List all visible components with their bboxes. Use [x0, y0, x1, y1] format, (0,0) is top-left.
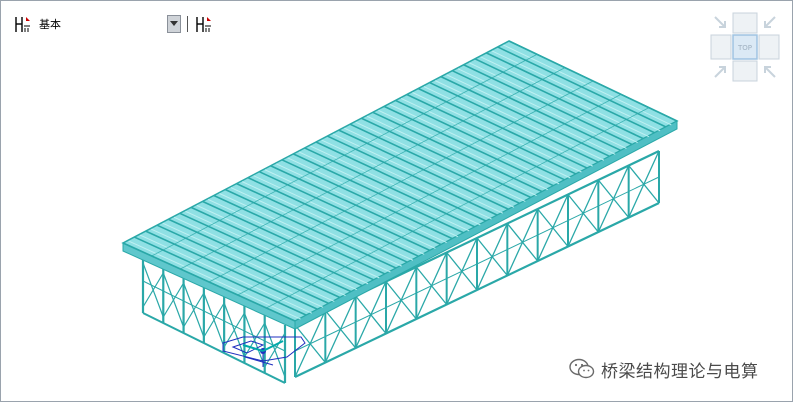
bridge-deck — [121, 40, 679, 330]
navcube-south-face[interactable] — [732, 60, 758, 82]
view-style-toolbar: 基本 — [13, 13, 214, 35]
level-icon[interactable] — [13, 14, 33, 34]
style-select-value[interactable]: 基本 — [39, 16, 167, 32]
watermark: 桥梁结构理论与电算 — [569, 357, 759, 382]
bridge-model-scene[interactable] — [1, 1, 792, 401]
model-viewport[interactable]: 基本 TOP 桥梁结构理论与电算 — [0, 0, 793, 402]
dropdown-arrow-icon — [170, 21, 178, 26]
navcube-north-face[interactable] — [732, 12, 758, 34]
dropdown-button[interactable] — [167, 15, 181, 33]
navcube-east-face[interactable] — [758, 34, 780, 60]
navigation-cube[interactable]: TOP — [709, 11, 781, 83]
navcube-west-face[interactable] — [710, 34, 732, 60]
toolbar-separator — [187, 16, 188, 32]
navcube-face-label: TOP — [737, 44, 752, 52]
wechat-icon — [569, 358, 595, 379]
watermark-text: 桥梁结构理论与电算 — [601, 361, 759, 382]
level-alt-icon[interactable] — [194, 14, 214, 34]
